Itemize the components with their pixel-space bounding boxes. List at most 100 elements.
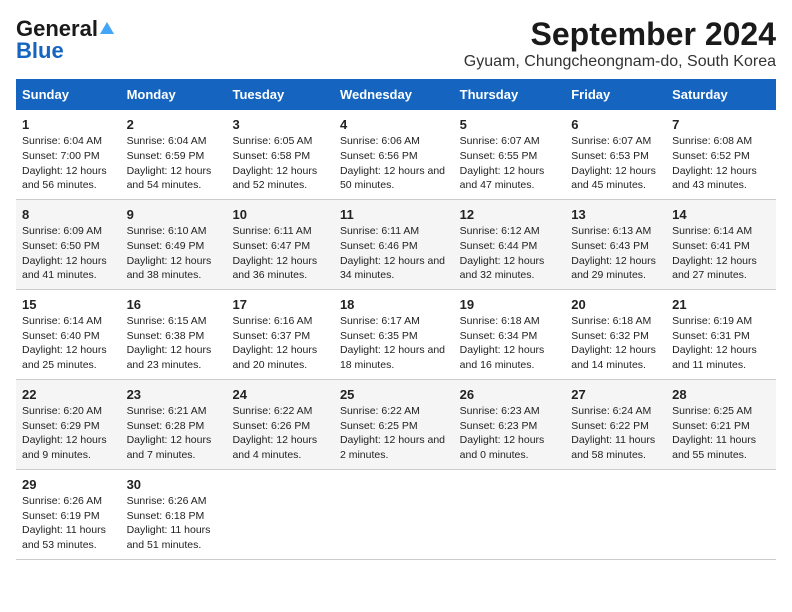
- cell-week3-day4: 19Sunrise: 6:18 AMSunset: 6:34 PMDayligh…: [454, 289, 566, 379]
- day-number: 18: [340, 296, 448, 314]
- cell-week4-day3: 25Sunrise: 6:22 AM Sunset: 6:25 PM Dayligh…: [334, 379, 454, 469]
- cell-week3-day5: 20Sunrise: 6:18 AMSunset: 6:32 PMDayligh…: [565, 289, 666, 379]
- cell-week3-day2: 17Sunrise: 6:16 AMSunset: 6:37 PMDayligh…: [226, 289, 333, 379]
- daylight-label: Daylight: 12 hours and 56 minutes.: [22, 165, 107, 192]
- header-tuesday: Tuesday: [226, 79, 333, 110]
- cell-week1-day1: 2Sunrise: 6:04 AMSunset: 6:59 PMDaylight…: [121, 110, 227, 199]
- day-number: 26: [460, 386, 560, 404]
- day-number: 30: [127, 476, 221, 494]
- cell-week1-day3: 4Sunrise: 6:06 AMSunset: 6:56 PMDaylight…: [334, 110, 454, 199]
- cell-week2-day1: 9Sunrise: 6:10 AMSunset: 6:49 PMDaylight…: [121, 199, 227, 289]
- sunset-label: Sunset: 6:35 PM: [340, 330, 418, 342]
- cell-week3-day1: 16Sunrise: 6:15 AMSunset: 6:38 PMDayligh…: [121, 289, 227, 379]
- day-number: 12: [460, 206, 560, 224]
- day-number: 29: [22, 476, 115, 494]
- daylight-label: Daylight: 12 hours and 38 minutes.: [127, 255, 212, 282]
- daylight-label: Daylight: 12 hours and 34 minutes.: [340, 255, 445, 282]
- sunrise-label: Sunrise: 6:25 AM: [672, 405, 752, 417]
- sunrise-label: Sunrise: 6:11 AM: [340, 225, 419, 237]
- sunset-label: Sunset: 6:47 PM: [232, 240, 310, 252]
- sunset-label: Sunset: 6:49 PM: [127, 240, 205, 252]
- day-number: 10: [232, 206, 327, 224]
- day-number: 23: [127, 386, 221, 404]
- sunrise-label: Sunrise: 6:11 AM: [232, 225, 311, 237]
- sunset-label: Sunset: 6:59 PM: [127, 150, 205, 162]
- day-number: 5: [460, 116, 560, 134]
- cell-week2-day6: 14Sunrise: 6:14 AMSunset: 6:41 PMDayligh…: [666, 199, 776, 289]
- cell-week5-day5: [565, 469, 666, 559]
- calendar-subtitle: Gyuam, Chungcheongnam-do, South Korea: [464, 53, 776, 71]
- sunset-label: Sunset: 6:28 PM: [127, 420, 205, 432]
- cell-week5-day2: [226, 469, 333, 559]
- daylight-label: Daylight: 12 hours and 45 minutes.: [571, 165, 656, 192]
- day-number: 13: [571, 206, 660, 224]
- cell-week4-day6: 28Sunrise: 6:25 AMSunset: 6:21 PMDayligh…: [666, 379, 776, 469]
- day-number: 28: [672, 386, 770, 404]
- sunrise-label: Sunrise: 6:05 AM: [232, 135, 312, 147]
- sunset-label: Sunset: 6:25 PM: [340, 420, 418, 432]
- logo: General Blue: [16, 16, 114, 64]
- cell-week4-day0: 22Sunrise: 6:20 AMSunset: 6:29 PMDayligh…: [16, 379, 121, 469]
- sunrise-label: Sunrise: 6:24 AM: [571, 405, 651, 417]
- sunrise-label: Sunrise: 6:22 AM: [340, 405, 420, 417]
- sunrise-label: Sunrise: 6:19 AM: [672, 315, 752, 327]
- header-wednesday: Wednesday: [334, 79, 454, 110]
- day-number: 3: [232, 116, 327, 134]
- sunrise-label: Sunrise: 6:07 AM: [460, 135, 540, 147]
- sunset-label: Sunset: 6:50 PM: [22, 240, 100, 252]
- day-number: 14: [672, 206, 770, 224]
- header-friday: Friday: [565, 79, 666, 110]
- day-number: 27: [571, 386, 660, 404]
- daylight-label: Daylight: 11 hours and 51 minutes.: [127, 524, 211, 551]
- daylight-label: Daylight: 12 hours and 7 minutes.: [127, 434, 212, 461]
- sunset-label: Sunset: 7:00 PM: [22, 150, 100, 162]
- sunset-label: Sunset: 6:37 PM: [232, 330, 310, 342]
- cell-week5-day4: [454, 469, 566, 559]
- header-saturday: Saturday: [666, 79, 776, 110]
- daylight-label: Daylight: 12 hours and 36 minutes.: [232, 255, 317, 282]
- cell-week1-day2: 3Sunrise: 6:05 AMSunset: 6:58 PMDaylight…: [226, 110, 333, 199]
- logo-text: General Blue: [16, 16, 114, 64]
- cell-week2-day0: 8Sunrise: 6:09 AMSunset: 6:50 PMDaylight…: [16, 199, 121, 289]
- sunrise-label: Sunrise: 6:04 AM: [127, 135, 207, 147]
- sunset-label: Sunset: 6:43 PM: [571, 240, 649, 252]
- sunrise-label: Sunrise: 6:04 AM: [22, 135, 102, 147]
- sunrise-label: Sunrise: 6:17 AM: [340, 315, 420, 327]
- sunrise-label: Sunrise: 6:09 AM: [22, 225, 102, 237]
- calendar-table: Sunday Monday Tuesday Wednesday Thursday…: [16, 79, 776, 560]
- sunrise-label: Sunrise: 6:08 AM: [672, 135, 752, 147]
- sunrise-label: Sunrise: 6:21 AM: [127, 405, 207, 417]
- sunrise-label: Sunrise: 6:14 AM: [22, 315, 102, 327]
- header-monday: Monday: [121, 79, 227, 110]
- day-number: 11: [340, 206, 448, 224]
- cell-week5-day3: [334, 469, 454, 559]
- sunset-label: Sunset: 6:41 PM: [672, 240, 750, 252]
- week-row-3: 15Sunrise: 6:14 AMSunset: 6:40 PMDayligh…: [16, 289, 776, 379]
- sunset-label: Sunset: 6:52 PM: [672, 150, 750, 162]
- day-number: 7: [672, 116, 770, 134]
- sunset-label: Sunset: 6:22 PM: [571, 420, 649, 432]
- day-number: 24: [232, 386, 327, 404]
- day-number: 21: [672, 296, 770, 314]
- cell-week5-day6: [666, 469, 776, 559]
- sunset-label: Sunset: 6:38 PM: [127, 330, 205, 342]
- day-number: 25: [340, 386, 448, 404]
- logo-triangle-icon: [100, 22, 114, 34]
- sunset-label: Sunset: 6:53 PM: [571, 150, 649, 162]
- daylight-label: Daylight: 12 hours and 52 minutes.: [232, 165, 317, 192]
- cell-week1-day4: 5Sunrise: 6:07 AMSunset: 6:55 PMDaylight…: [454, 110, 566, 199]
- sunset-label: Sunset: 6:56 PM: [340, 150, 418, 162]
- day-number: 17: [232, 296, 327, 314]
- day-number: 19: [460, 296, 560, 314]
- daylight-label: Daylight: 12 hours and 2 minutes.: [340, 434, 445, 461]
- page-header: General Blue September 2024 Gyuam, Chung…: [16, 16, 776, 71]
- daylight-label: Daylight: 12 hours and 27 minutes.: [672, 255, 757, 282]
- cell-week2-day2: 10Sunrise: 6:11 AM Sunset: 6:47 PM Dayligh…: [226, 199, 333, 289]
- sunset-label: Sunset: 6:55 PM: [460, 150, 538, 162]
- day-number: 4: [340, 116, 448, 134]
- daylight-label: Daylight: 12 hours and 11 minutes.: [672, 344, 757, 371]
- daylight-label: Daylight: 12 hours and 4 minutes.: [232, 434, 317, 461]
- week-row-2: 8Sunrise: 6:09 AMSunset: 6:50 PMDaylight…: [16, 199, 776, 289]
- sunrise-label: Sunrise: 6:18 AM: [460, 315, 540, 327]
- daylight-label: Daylight: 12 hours and 9 minutes.: [22, 434, 107, 461]
